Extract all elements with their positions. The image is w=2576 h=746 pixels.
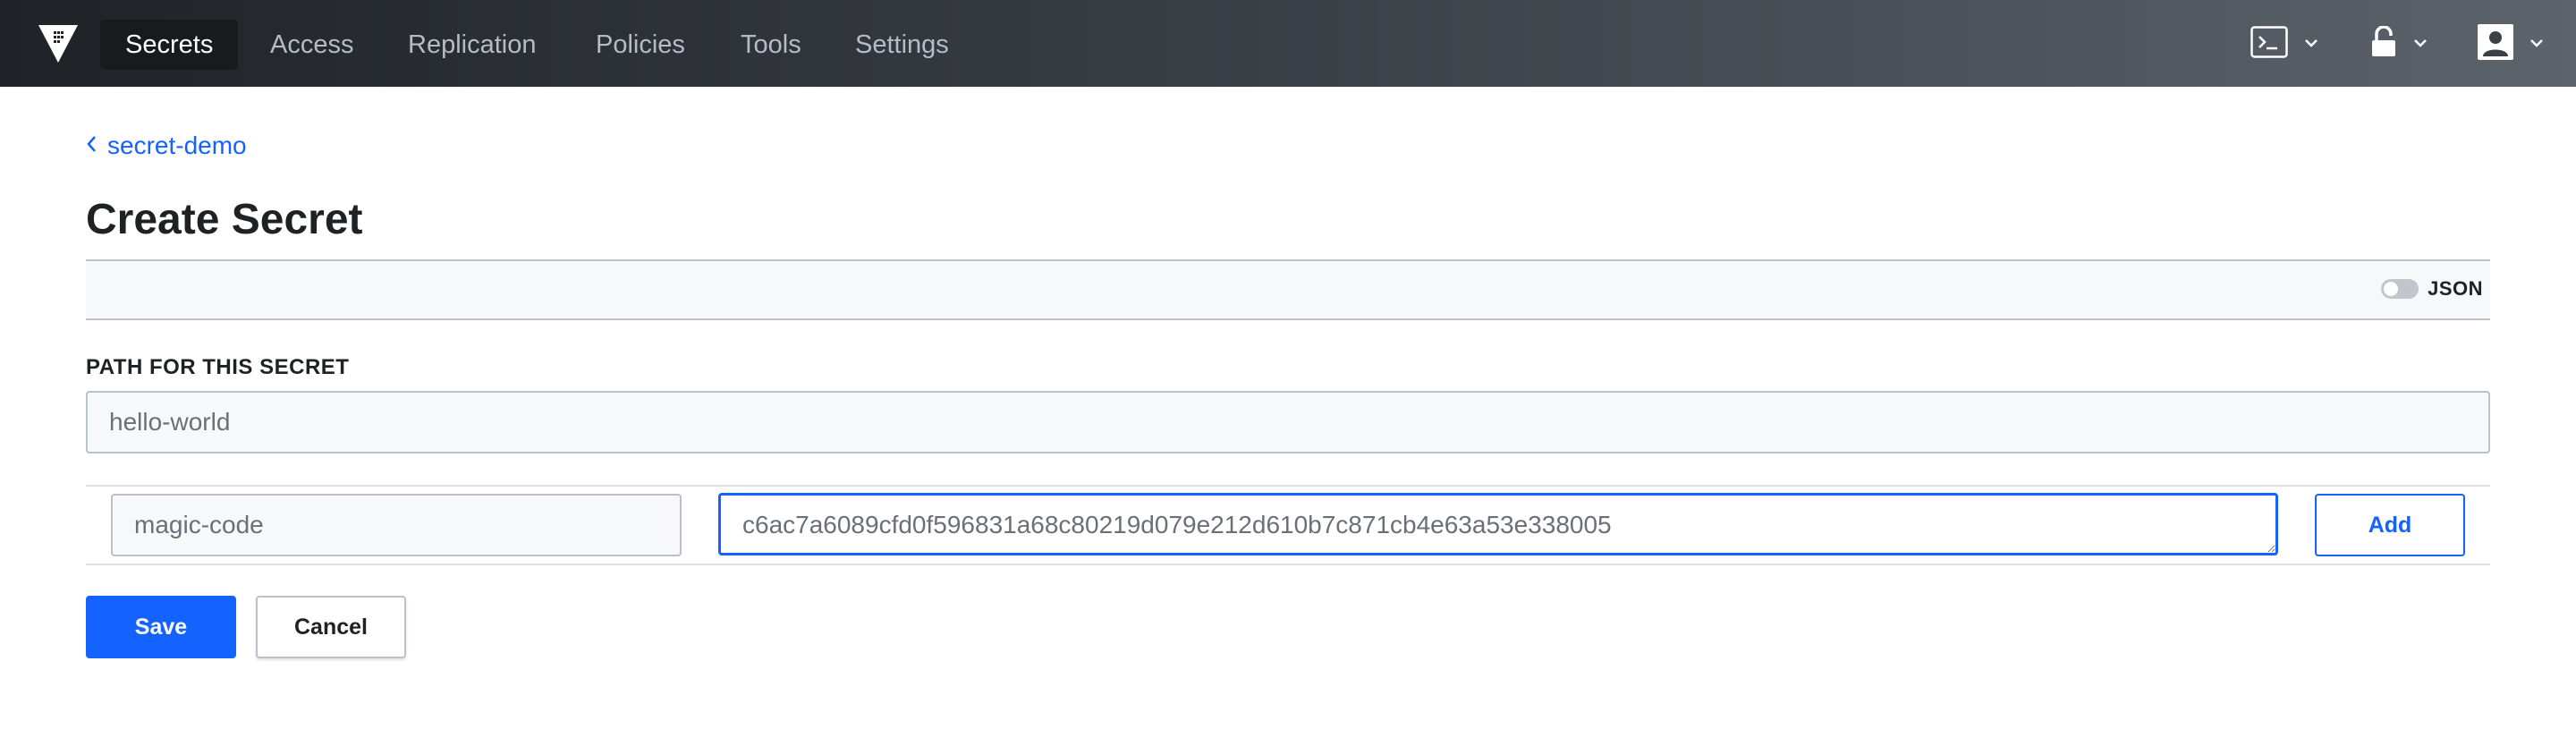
page-title: Create Secret [86,196,363,243]
add-button[interactable]: Add [2315,494,2465,556]
chevron-down-icon [2529,36,2544,52]
user-menu-button[interactable] [2478,23,2544,64]
cancel-button[interactable]: Cancel [256,596,406,658]
unlocked-padlock-icon [2370,24,2397,63]
nav-tools[interactable]: Tools [716,20,826,70]
breadcrumb-link[interactable]: secret-demo [107,131,247,160]
toggle-switch[interactable] [2381,279,2419,299]
nav-settings[interactable]: Settings [830,20,974,70]
path-label: PATH FOR THIS SECRET [86,355,350,379]
console-button[interactable] [2250,23,2318,64]
chevron-down-icon [2413,36,2428,52]
json-toggle-label: JSON [2428,277,2483,300]
top-nav-bar: Secrets Access Replication Policies Tool… [0,0,2576,87]
nav-secrets[interactable]: Secrets [100,20,239,70]
chevron-left-icon [86,135,97,157]
save-button[interactable]: Save [86,596,236,658]
vault-logo-icon[interactable] [36,21,80,66]
nav-access[interactable]: Access [245,20,378,70]
secret-key-input[interactable] [111,494,682,556]
path-input[interactable] [86,391,2490,454]
seal-status-button[interactable] [2370,23,2428,64]
user-avatar-icon [2478,23,2513,64]
nav-policies[interactable]: Policies [571,20,710,70]
chevron-down-icon [2304,36,2318,52]
nav-replication[interactable]: Replication [383,20,561,70]
secret-value-input[interactable]: c6ac7a6089cfd0f596831a68c80219d079e212d6… [718,493,2278,555]
breadcrumb[interactable]: secret-demo [86,131,247,161]
terminal-icon [2250,25,2288,63]
json-toggle[interactable]: JSON [2381,274,2483,304]
toolbar: JSON [86,259,2490,320]
